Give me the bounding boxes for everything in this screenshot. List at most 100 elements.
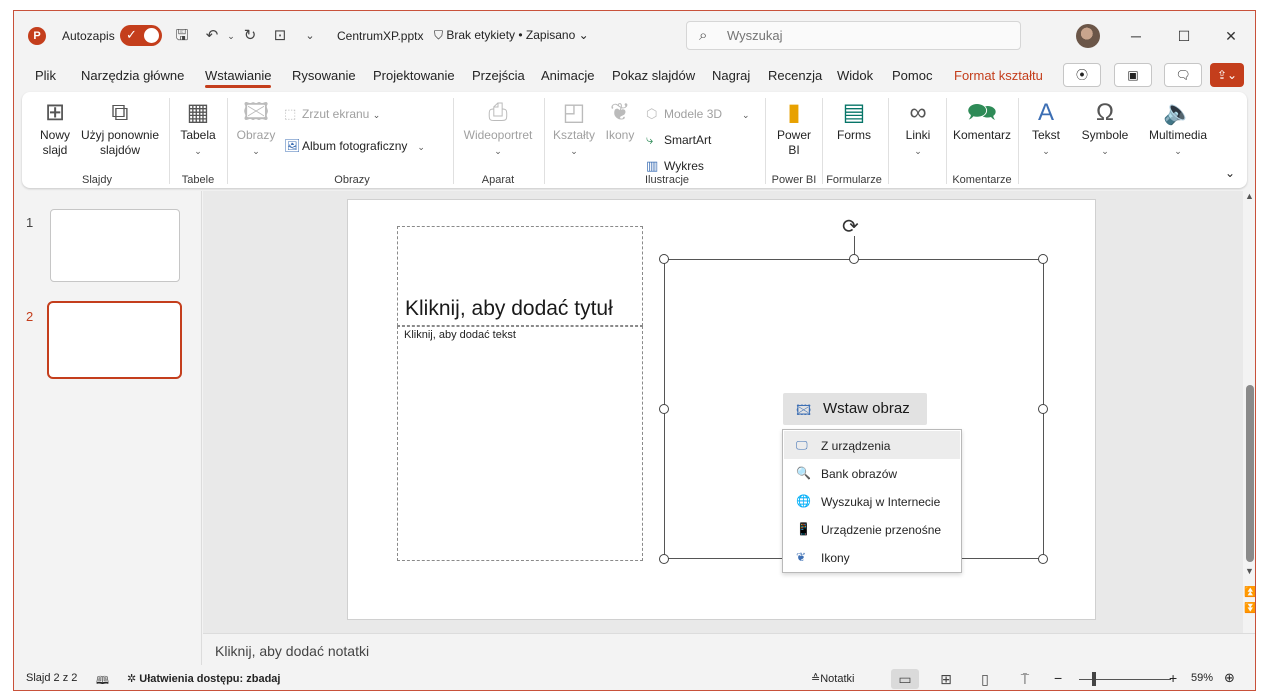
slide-sorter-icon[interactable]: ⊞	[932, 669, 960, 689]
present-from-start-icon[interactable]: ⊡	[270, 26, 290, 46]
fit-to-window-icon[interactable]: ⊕	[1224, 670, 1235, 686]
slide-thumbnail-1[interactable]	[50, 209, 180, 282]
undo-icon[interactable]: ↶	[202, 26, 222, 46]
file-name[interactable]: CentrumXP.pptx	[337, 29, 424, 43]
comments-button[interactable]: 🗨	[1164, 63, 1202, 87]
resize-handle[interactable]	[849, 254, 859, 264]
cube-icon: ⬡	[646, 106, 664, 122]
text-button[interactable]: A Tekst ⌄	[1024, 98, 1068, 157]
menu-item-icons[interactable]: ❦ Ikony	[784, 543, 960, 571]
forms-button[interactable]: ▤ Forms	[828, 98, 880, 143]
customize-toolbar-icon[interactable]: ⌄	[300, 26, 320, 46]
record-button[interactable]: ⦿	[1063, 63, 1101, 87]
search-box[interactable]: ⌕	[686, 21, 1021, 50]
photo-album-button[interactable]: 🖼Album fotograficzny ⌄	[284, 138, 425, 154]
resize-handle[interactable]	[659, 254, 669, 264]
rotate-handle-icon[interactable]: ⟳	[842, 214, 859, 239]
undo-dropdown-chevron-icon[interactable]: ⌄	[221, 26, 241, 46]
vertical-scrollbar[interactable]: ▲ ▼ ⏫ ⏬	[1243, 191, 1256, 633]
present-button[interactable]: ▣	[1114, 63, 1152, 87]
comment-button[interactable]: 🗪 Komentarz	[950, 98, 1014, 143]
table-button[interactable]: ▦ Tabela ⌄	[173, 98, 223, 157]
reuse-slides-button[interactable]: ⧉ Użyj ponownie slajdów	[80, 98, 160, 158]
title-placeholder[interactable]: Kliknij, aby dodać tytuł	[397, 226, 643, 326]
scroll-down-icon[interactable]: ▼	[1245, 566, 1254, 576]
tab-animations[interactable]: Animacje	[541, 68, 594, 83]
tab-record[interactable]: Nagraj	[712, 68, 750, 83]
resize-handle[interactable]	[1038, 554, 1048, 564]
notes-toggle[interactable]: ≙Notatki	[811, 672, 854, 685]
tab-slideshow[interactable]: Pokaz slajdów	[612, 68, 695, 83]
multimedia-button[interactable]: 🔈 Multimedia ⌄	[1142, 98, 1214, 157]
tab-file[interactable]: Plik	[35, 68, 56, 83]
slideshow-view-icon[interactable]: ⍑	[1011, 669, 1039, 689]
models3d-button[interactable]: ⬡Modele 3D ⌄	[646, 106, 750, 122]
zoom-in-icon[interactable]: +	[1169, 670, 1177, 686]
scroll-up-icon[interactable]: ▲	[1245, 191, 1254, 201]
scrollbar-thumb[interactable]	[1246, 385, 1254, 562]
shapes-label: Kształty	[548, 128, 600, 143]
notebook-icon[interactable]: 🕮	[96, 672, 109, 691]
smartart-icon: ⤷	[646, 132, 664, 148]
save-icon[interactable]: 🖫	[172, 26, 192, 46]
normal-view-icon[interactable]: ▭	[891, 669, 919, 689]
reading-view-icon[interactable]: ▯	[971, 669, 999, 689]
ribbon: ⊞ Nowy slajd ⧉ Użyj ponownie slajdów Sla…	[22, 92, 1247, 188]
cameo-button[interactable]: ⎙ Wideoportret ⌄	[458, 98, 538, 157]
menu-item-from-device[interactable]: 🖵 Z urządzenia	[784, 431, 960, 459]
zoom-slider-thumb[interactable]	[1092, 672, 1096, 686]
share-button[interactable]: ⇪⌄	[1210, 63, 1244, 87]
slide-thumbnail-2[interactable]	[47, 301, 182, 379]
resize-handle[interactable]	[659, 404, 669, 414]
icons-icon: ❦	[600, 98, 640, 128]
sensitivity-status[interactable]: ⛉ Brak etykiety • Zapisano ⌄	[434, 28, 589, 43]
smartart-button[interactable]: ⤷SmartArt	[646, 132, 711, 148]
resize-handle[interactable]	[659, 554, 669, 564]
zoom-out-icon[interactable]: −	[1054, 670, 1062, 686]
tab-view[interactable]: Widok	[837, 68, 873, 83]
images-button[interactable]: 🖾 Obrazy ⌄	[231, 98, 281, 157]
menu-item-online[interactable]: 🌐 Wyszukaj w Internecie	[784, 487, 960, 515]
text-placeholder-text: Kliknij, aby dodać tekst	[404, 329, 516, 341]
minimize-icon[interactable]: ─	[1126, 26, 1146, 46]
tab-shape-format[interactable]: Format kształtu	[954, 68, 1043, 83]
tab-design[interactable]: Projektowanie	[373, 68, 455, 83]
new-slide-button[interactable]: ⊞ Nowy slajd	[30, 98, 80, 158]
close-icon[interactable]: ✕	[1221, 26, 1241, 46]
ribbon-collapse-icon[interactable]: ⌄	[1225, 166, 1235, 180]
text-placeholder[interactable]: Kliknij, aby dodać tekst	[397, 326, 643, 561]
menu-item-stock-images[interactable]: 🔍 Bank obrazów	[784, 459, 960, 487]
redo-icon[interactable]: ↻	[240, 26, 260, 46]
links-label: Linki	[894, 128, 942, 143]
icons-button[interactable]: ❦ Ikony	[600, 98, 640, 143]
insert-image-icon: 🖾	[796, 400, 811, 424]
resize-handle[interactable]	[1038, 254, 1048, 264]
tab-home[interactable]: Narzędzia główne	[81, 68, 184, 83]
powerbi-button[interactable]: ▮ Power BI	[770, 98, 818, 158]
previous-slide-icon[interactable]: ⏫	[1244, 587, 1256, 598]
search-input[interactable]	[727, 28, 987, 43]
shapes-button[interactable]: ◰ Kształty ⌄	[548, 98, 600, 157]
symbols-button[interactable]: Ω Symbole ⌄	[1076, 98, 1134, 157]
add-comment-icon: 🗪	[950, 98, 1014, 128]
next-slide-icon[interactable]: ⏬	[1244, 603, 1256, 614]
tab-transitions[interactable]: Przejścia	[472, 68, 525, 83]
tab-help[interactable]: Pomoc	[892, 68, 932, 83]
notes-pane[interactable]: Kliknij, aby dodać notatki	[203, 633, 1256, 665]
screenshot-button[interactable]: ⬚Zrzut ekranu ⌄	[284, 106, 380, 122]
search-icon: ⌕	[699, 27, 707, 44]
avatar[interactable]	[1076, 24, 1100, 48]
tab-review[interactable]: Recenzja	[768, 68, 822, 83]
tab-insert[interactable]: Wstawianie	[205, 68, 271, 83]
zoom-level[interactable]: 59%	[1191, 672, 1213, 684]
chart-button[interactable]: ▥Wykres	[646, 158, 704, 174]
insert-image-button[interactable]: 🖾 Wstaw obraz	[783, 393, 927, 425]
autosave-toggle[interactable]: ✓	[120, 25, 162, 46]
resize-handle[interactable]	[1038, 404, 1048, 414]
accessibility-button[interactable]: ✲ Ułatwienia dostępu: zbadaj	[127, 672, 280, 685]
speaker-icon: 🔈	[1142, 98, 1214, 128]
maximize-icon[interactable]: ☐	[1174, 26, 1194, 46]
links-button[interactable]: ∞ Linki ⌄	[894, 98, 942, 157]
tab-draw[interactable]: Rysowanie	[292, 68, 356, 83]
menu-item-mobile[interactable]: 📱 Urządzenie przenośne	[784, 515, 960, 543]
